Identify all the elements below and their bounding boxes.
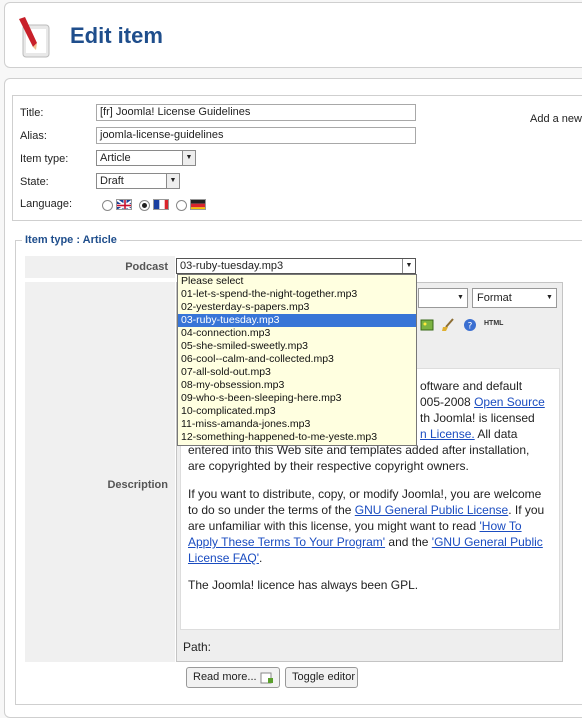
france-flag-icon <box>153 199 169 210</box>
dropdown-option[interactable]: 05-she-smiled-sweetly.mp3 <box>178 340 416 353</box>
title-input[interactable]: [fr] Joomla! License Guidelines <box>96 104 416 121</box>
podcast-selected-value: 03-ruby-tuesday.mp3 <box>180 260 284 272</box>
dropdown-option[interactable]: 02-yesterday-s-papers.mp3 <box>178 301 416 314</box>
image-icon[interactable] <box>420 318 434 332</box>
toggle-editor-button[interactable]: Toggle editor <box>285 667 358 688</box>
dropdown-option[interactable]: Please select <box>178 275 416 288</box>
open-source-link[interactable]: Open Source <box>474 395 545 409</box>
html-source-button[interactable]: HTML <box>484 320 503 327</box>
language-radio-fr[interactable] <box>139 200 150 211</box>
format-label: Format <box>477 292 512 304</box>
page-add-icon <box>260 672 273 684</box>
add-new-text: Add a new <box>530 113 582 125</box>
license-link[interactable]: n License. <box>420 427 475 441</box>
podcast-dropdown-list: Please select 01-let-s-spend-the-night-t… <box>177 274 417 446</box>
alias-input[interactable]: joomla-license-guidelines <box>96 127 416 144</box>
language-radio-de[interactable] <box>176 200 187 211</box>
dropdown-option[interactable]: 04-connection.mp3 <box>178 327 416 340</box>
description-label-cell <box>25 282 175 662</box>
uk-flag-icon <box>116 199 132 210</box>
editor-paragraph-3: The Joomla! licence has always been GPL. <box>188 578 419 592</box>
dropdown-option[interactable]: 07-all-sold-out.mp3 <box>178 366 416 379</box>
svg-text:?: ? <box>468 322 473 332</box>
cleanup-broom-icon[interactable] <box>441 318 455 332</box>
format-select[interactable]: Format ▼ <box>472 288 557 308</box>
chevron-down-icon: ▼ <box>543 289 556 307</box>
edit-pencil-icon <box>19 17 50 58</box>
dropdown-option[interactable]: 11-miss-amanda-jones.mp3 <box>178 418 416 431</box>
help-icon[interactable]: ? <box>463 318 477 332</box>
chevron-down-icon: ▼ <box>402 259 415 273</box>
item-type-legend: Item type : Article <box>22 234 120 246</box>
description-label: Description <box>107 479 168 491</box>
chevron-down-icon: ▼ <box>166 174 179 188</box>
dropdown-option[interactable]: 12-something-happened-to-me-yeste.mp3 <box>178 431 416 444</box>
germany-flag-icon <box>190 199 206 210</box>
dropdown-option[interactable]: 08-my-obsession.mp3 <box>178 379 416 392</box>
gnu-gpl-link[interactable]: GNU General Public License <box>355 503 508 517</box>
editor-path-bar: Path: <box>183 640 212 654</box>
item-type-select[interactable]: Article ▼ <box>96 150 196 166</box>
page-header: Edit item <box>4 2 582 68</box>
read-more-button[interactable]: Read more... <box>186 667 280 688</box>
dropdown-option[interactable]: 09-who-s-been-sleeping-here.mp3 <box>178 392 416 405</box>
editor-paragraph-2: If you want to distribute, copy, or modi… <box>188 487 545 565</box>
state-label: State: <box>20 176 49 188</box>
item-type-value: Article <box>100 152 131 164</box>
language-radio-en[interactable] <box>102 200 113 211</box>
font-select[interactable]: ▼ <box>418 288 468 308</box>
language-label: Language: <box>20 198 72 210</box>
podcast-select[interactable]: 03-ruby-tuesday.mp3 ▼ <box>176 258 416 274</box>
podcast-label: Podcast <box>125 261 168 273</box>
dropdown-option[interactable]: 01-let-s-spend-the-night-together.mp3 <box>178 288 416 301</box>
alias-label: Alias: <box>20 130 47 142</box>
state-value: Draft <box>100 175 124 187</box>
dropdown-option-selected[interactable]: 03-ruby-tuesday.mp3 <box>178 314 416 327</box>
chevron-down-icon: ▼ <box>454 289 467 307</box>
chevron-down-icon: ▼ <box>182 151 195 165</box>
item-type-label: Item type: <box>20 153 69 165</box>
title-label: Title: <box>20 107 44 119</box>
dropdown-option[interactable]: 10-complicated.mp3 <box>178 405 416 418</box>
state-select[interactable]: Draft ▼ <box>96 173 180 189</box>
page-title: Edit item <box>70 23 163 48</box>
dropdown-option[interactable]: 06-cool--calm-and-collected.mp3 <box>178 353 416 366</box>
